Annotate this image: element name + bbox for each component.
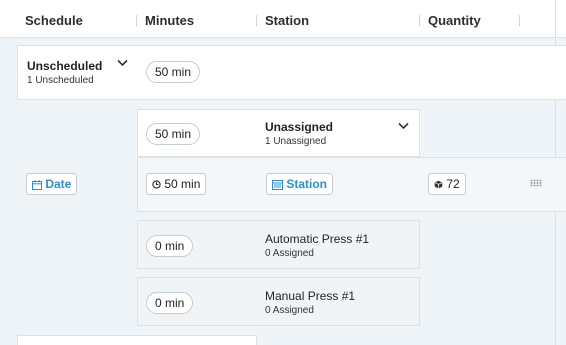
quantity-value: 72 — [446, 177, 460, 191]
column-header-schedule[interactable]: Schedule — [25, 13, 83, 28]
station-name: Manual Press #1 — [265, 289, 356, 303]
unassigned-subtitle: 1 Unassigned — [265, 136, 327, 147]
calendar-icon — [272, 179, 283, 190]
table-header: Schedule Minutes Station Quantity — [0, 0, 566, 38]
order-minutes-pill: 50 min — [146, 173, 207, 195]
group-subtitle: 1 Unscheduled — [27, 75, 94, 86]
station-assigned-count: 0 Assigned — [265, 248, 314, 259]
column-header-quantity[interactable]: Quantity — [428, 13, 481, 28]
group-minutes-pill: 50 min — [146, 61, 201, 83]
column-divider[interactable] — [519, 15, 520, 26]
clock-icon — [152, 180, 161, 189]
column-header-station[interactable]: Station — [265, 13, 309, 28]
order-minutes-value: 50 min — [164, 177, 201, 191]
group-title: Unscheduled — [27, 59, 103, 73]
unscheduled-group-row: Unscheduled 1 Unscheduled 50 min — [17, 45, 566, 100]
column-header-minutes[interactable]: Minutes — [145, 13, 194, 28]
chevron-down-icon[interactable] — [398, 120, 409, 132]
drag-handle-icon[interactable] — [530, 178, 542, 189]
unassigned-minutes-pill: 50 min — [146, 123, 201, 145]
station-button[interactable]: Station — [266, 173, 334, 195]
column-divider[interactable] — [136, 15, 137, 26]
unassigned-title: Unassigned — [265, 120, 334, 134]
chevron-down-icon[interactable] — [117, 57, 128, 69]
date-button[interactable]: Date — [26, 173, 78, 195]
station-name: Automatic Press #1 — [265, 232, 370, 246]
station-minutes-pill: 0 min — [146, 235, 194, 257]
station-button-label: Station — [286, 177, 328, 191]
station-card-automatic-press: 0 min Automatic Press #1 0 Assigned — [137, 220, 420, 269]
station-card-manual-press: 0 min Manual Press #1 0 Assigned — [137, 277, 420, 326]
calendar-icon — [32, 179, 42, 190]
column-divider[interactable] — [256, 15, 257, 26]
next-group-row-edge — [17, 335, 257, 345]
column-divider[interactable] — [419, 15, 420, 26]
quantity-badge: 72 — [428, 173, 466, 195]
station-assigned-count: 0 Assigned — [265, 305, 314, 316]
date-button-label: Date — [45, 177, 72, 191]
unassigned-station-card: 50 min Unassigned 1 Unassigned — [137, 109, 420, 157]
station-minutes-pill: 0 min — [146, 292, 194, 314]
box-icon — [434, 181, 443, 189]
